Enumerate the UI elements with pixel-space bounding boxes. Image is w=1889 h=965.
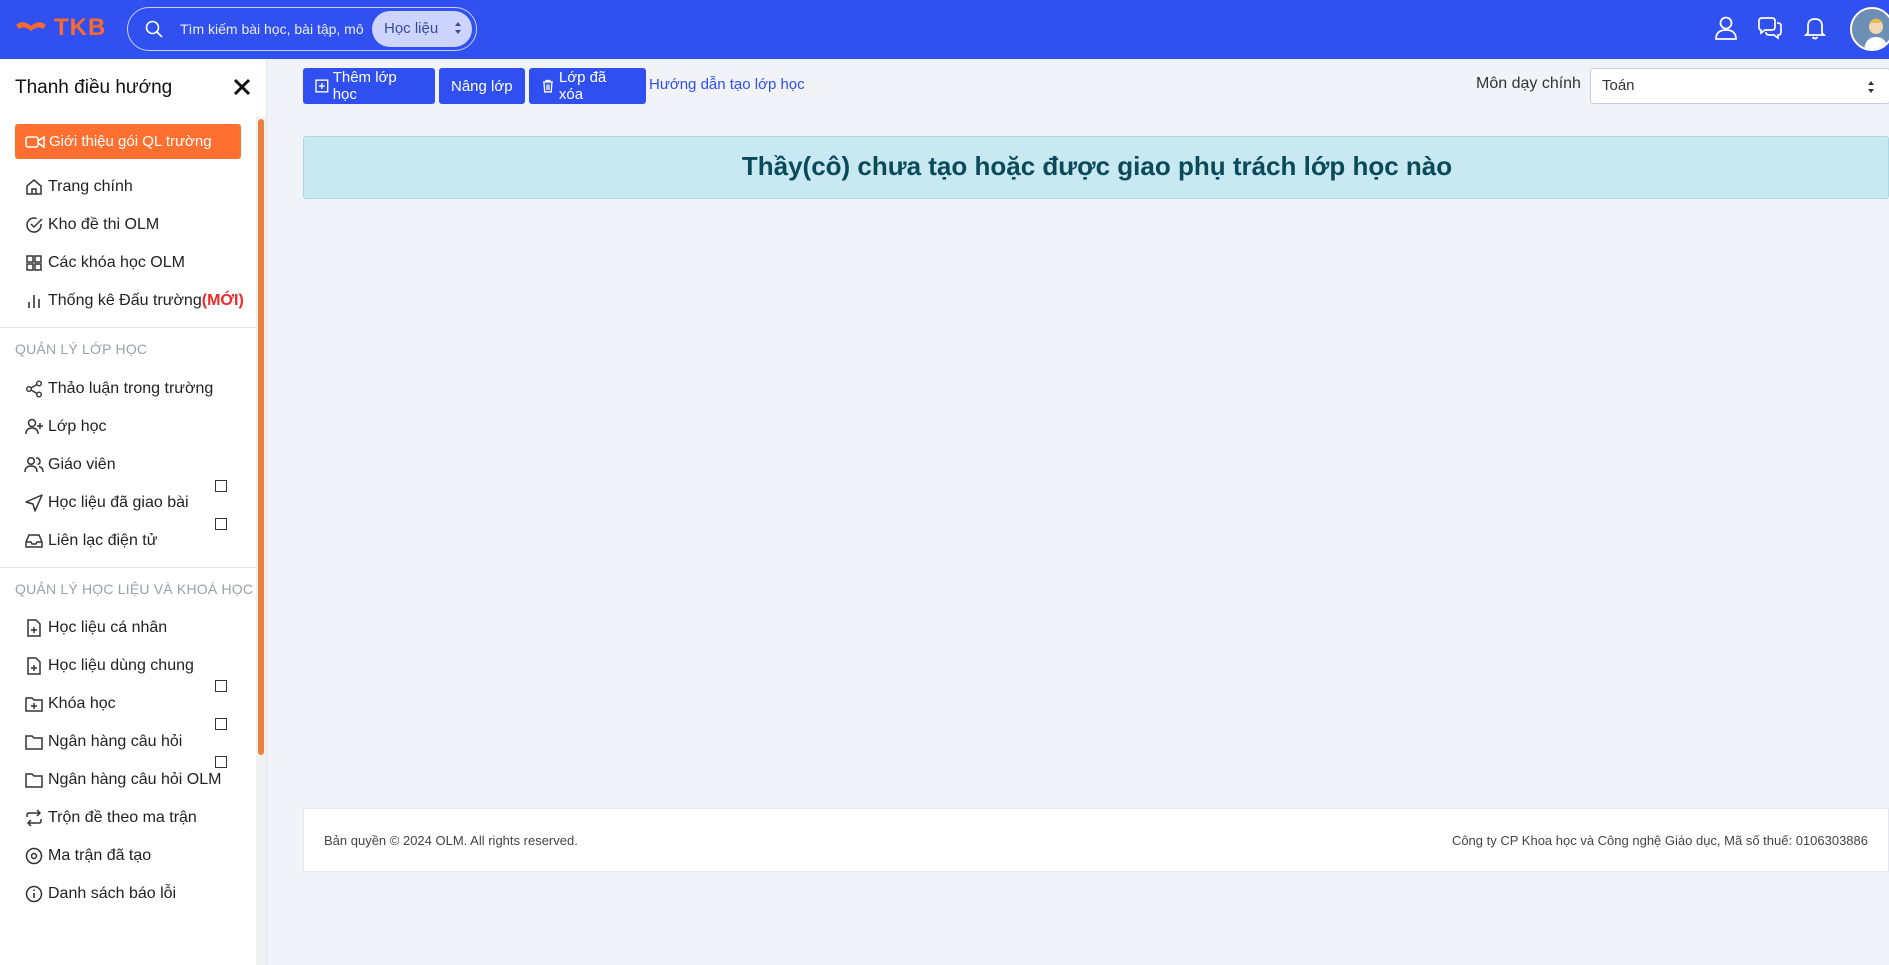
avatar-image-icon (1852, 9, 1889, 49)
sidebar-item-shared-materials[interactable]: Học liệu dùng chung (24, 652, 244, 680)
upgrade-class-label: Nâng lớp (451, 77, 513, 95)
top-navbar: TKB Tìm kiếm bài học, bài tập, mô Học li… (0, 0, 1889, 59)
subject-label: Môn dạy chính (1476, 75, 1581, 92)
folder-plus-icon (25, 697, 43, 712)
section-title-class-management: QUẢN LÝ LỚP HỌC (15, 341, 148, 357)
chat-icon[interactable] (1757, 15, 1783, 41)
subject-select[interactable]: Toán (1590, 68, 1889, 104)
file-plus-icon (27, 657, 41, 675)
sidebar-item-label: Học liệu đã giao bài (48, 494, 189, 511)
folder-icon (25, 773, 43, 788)
deleted-classes-label: Lớp đã xóa (558, 69, 607, 103)
add-class-label: Thêm lớp học (332, 69, 397, 103)
sidebar-item-olm-question-bank[interactable]: Ngân hàng câu hỏi OLM (24, 766, 244, 794)
new-badge: (MỚI) (201, 292, 244, 309)
disc-icon (25, 847, 43, 865)
sidebar-item-matrix-mix[interactable]: Trộn đề theo ma trận (24, 804, 244, 832)
bar-chart-icon (28, 295, 40, 308)
sidebar-item-label: Các khóa học OLM (48, 254, 185, 271)
search-scope-label: Học liệu (384, 20, 439, 37)
user-icon[interactable] (1713, 15, 1739, 41)
sidebar-item-label: Lớp học (48, 418, 107, 435)
deleted-classes-button[interactable]: Lớp đã xóa (529, 68, 646, 104)
info-icon (25, 885, 43, 903)
sidebar-item-label: Trộn đề theo ma trận (48, 809, 197, 826)
sidebar-item-discussion[interactable]: Thảo luận trong trường (24, 375, 244, 403)
video-icon (25, 135, 45, 148)
sidebar-item-exam-bank[interactable]: Kho đề thi OLM (24, 211, 244, 239)
sidebar-item-arena-stats[interactable]: Thống kê Đấu trường (MỚI) (24, 287, 244, 315)
grid-icon (26, 255, 42, 271)
sidebar-item-label: Ngân hàng câu hỏi (48, 733, 183, 750)
divider (0, 567, 256, 568)
sidebar-item-courses-manage[interactable]: Khóa học (24, 690, 244, 718)
file-plus-icon (27, 619, 41, 637)
inbox-icon (25, 534, 43, 548)
sidebar-item-assigned-materials[interactable]: Học liệu đã giao bài (24, 489, 244, 517)
promo-label: Giới thiệu gói QL trường (49, 133, 212, 150)
send-icon (25, 494, 43, 512)
section-title-materials-management: QUẢN LÝ HỌC LIỆU VÀ KHOÁ HỌC (15, 581, 254, 597)
select-arrows-icon (455, 22, 461, 34)
sidebar-item-courses[interactable]: Các khóa học OLM (24, 249, 244, 277)
select-arrows-icon (1868, 81, 1874, 93)
subject-value: Toán (1602, 77, 1635, 94)
share-icon (26, 380, 42, 398)
home-icon (26, 179, 42, 195)
upgrade-class-button[interactable]: Nâng lớp (439, 68, 525, 104)
sidebar-item-error-reports[interactable]: Danh sách báo lỗi (24, 880, 244, 908)
logo-text: TKB (54, 14, 107, 41)
folder-icon (25, 735, 43, 750)
search-scope-select[interactable]: Học liệu (372, 11, 472, 47)
user-plus-icon (25, 418, 43, 435)
search-bar[interactable]: Tìm kiếm bài học, bài tập, mô Học liệu (127, 7, 477, 51)
sidebar-item-label: Học liệu cá nhân (48, 619, 168, 636)
sidebar-item-label: Ngân hàng câu hỏi OLM (48, 771, 222, 788)
sidebar-item-home[interactable]: Trang chính (24, 173, 244, 201)
sidebar-item-personal-materials[interactable]: Học liệu cá nhân (24, 614, 244, 642)
trash-icon (542, 79, 553, 93)
sidebar-item-question-bank[interactable]: Ngân hàng câu hỏi (24, 728, 244, 756)
sidebar-item-label: Giáo viên (48, 456, 116, 473)
sidebar-title: Thanh điều hướng (15, 77, 173, 98)
sidebar: Thanh điều hướng Giới thiệu gói QL trườn… (0, 59, 267, 965)
sidebar-item-label: Liên lạc điện tử (48, 532, 158, 549)
avatar[interactable] (1850, 7, 1889, 51)
logo-mark-icon (16, 22, 46, 31)
search-icon (145, 20, 163, 38)
guide-link[interactable]: Hướng dẫn tạo lớp học (649, 76, 805, 93)
sidebar-item-label: Khóa học (48, 695, 116, 712)
sidebar-item-label: Trang chính (48, 178, 133, 195)
logo[interactable]: TKB (14, 14, 106, 42)
sidebar-item-created-matrix[interactable]: Ma trận đã tạo (24, 842, 244, 870)
promo-button[interactable]: Giới thiệu gói QL trường (15, 124, 241, 159)
footer-copyright: Bản quyền © 2024 OLM. All rights reserve… (324, 833, 578, 848)
sidebar-item-label: Học liệu dùng chung (48, 657, 194, 674)
add-class-button[interactable]: Thêm lớp học (303, 68, 435, 104)
bell-icon[interactable] (1802, 15, 1828, 41)
sidebar-item-teachers[interactable]: Giáo viên (24, 451, 244, 479)
empty-state-message: Thầy(cô) chưa tạo hoặc được giao phụ trá… (741, 151, 1453, 181)
repeat-icon (26, 809, 42, 827)
check-circle-icon (26, 217, 43, 233)
sidebar-item-label: Kho đề thi OLM (48, 216, 160, 233)
empty-state-alert: Thầy(cô) chưa tạo hoặc được giao phụ trá… (303, 136, 1889, 199)
sidebar-item-label: Ma trận đã tạo (48, 847, 152, 864)
sidebar-item-label: Thống kê Đấu trường (48, 292, 202, 309)
sidebar-item-label: Thảo luận trong trường (48, 380, 214, 397)
close-icon[interactable] (233, 78, 251, 96)
sidebar-item-label: Danh sách báo lỗi (48, 885, 177, 902)
footer-company: Công ty CP Khoa học và Công nghệ Giáo dụ… (1451, 833, 1868, 848)
scrollbar-thumb[interactable] (258, 119, 264, 755)
users-icon (24, 456, 44, 473)
sidebar-item-classes[interactable]: Lớp học (24, 413, 244, 441)
plus-square-icon (315, 79, 329, 93)
sidebar-item-e-contact[interactable]: Liên lạc điện tử (24, 527, 244, 555)
footer: Bản quyền © 2024 OLM. All rights reserve… (303, 808, 1889, 872)
divider (0, 327, 256, 328)
